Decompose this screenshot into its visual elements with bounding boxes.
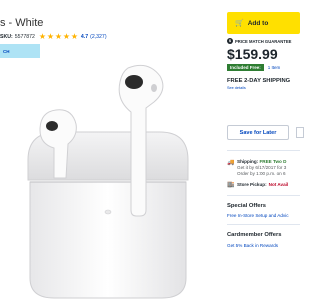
rating-stars[interactable]: ★ ★ ★ ★ ★ (39, 33, 79, 41)
shipping-label: Shipping: (237, 159, 259, 164)
rating-value: 4.7 (80, 34, 89, 40)
divider (227, 150, 300, 151)
add-to-cart-label: Add to (247, 19, 269, 27)
divider (227, 195, 300, 196)
pickup-label: Store Pickup: (237, 182, 267, 187)
reviews-link[interactable]: (2,327) (90, 34, 106, 40)
see-details-link[interactable]: See details (227, 86, 246, 90)
dollar-icon: $ (227, 38, 233, 44)
store-pickup-info: 🏬 Store Pickup: Not Avail (227, 181, 288, 188)
product-image[interactable] (10, 60, 210, 300)
included-free-row: Included Free: 1 Item (227, 64, 280, 71)
save-for-later-button[interactable]: Save for Later (227, 125, 289, 140)
sku-label: SKU: (0, 34, 13, 40)
star-icon: ★ (54, 32, 63, 41)
special-offers-title: Special Offers (227, 203, 266, 209)
product-meta: SKU: 5577872 ★ ★ ★ ★ ★ 4.7 (2,327) (0, 33, 107, 41)
cart-icon: 🛒 (235, 19, 244, 27)
product-badge: CH (0, 44, 40, 58)
product-price: $159.99 (227, 46, 278, 62)
price-match-label: PRICE MATCH GUARANTEE (235, 38, 292, 44)
free-shipping-heading: FREE 2-DAY SHIPPING (227, 78, 291, 84)
divider (227, 224, 300, 225)
shipping-info: 🚚 Shipping: FREE Two D Get it by 6/17/20… (227, 159, 286, 177)
star-icon: ★ (46, 32, 55, 41)
star-icon: ★ (62, 32, 71, 41)
store-icon: 🏬 (227, 181, 235, 188)
free-item-link[interactable]: 1 Item (268, 65, 281, 70)
add-to-cart-button[interactable]: 🛒 Add to (227, 12, 300, 34)
truck-icon: 🚚 (227, 159, 235, 166)
cardmember-offers-title: Cardmember Offers (227, 232, 282, 238)
included-free-label: Included Free: (227, 64, 264, 71)
star-icon: ★ (38, 32, 47, 41)
special-offer-link[interactable]: Free In-Store Setup and Advic (227, 213, 289, 218)
compare-checkbox[interactable] (296, 127, 304, 138)
shipping-value: FREE Two D (259, 159, 287, 164)
cardmember-offer-link[interactable]: Get 5% Back in Rewards (227, 243, 278, 248)
order-by: Order by 1:00 p.m. on 6 (237, 171, 286, 176)
price-match[interactable]: $ PRICE MATCH GUARANTEE (227, 38, 291, 44)
pickup-status: Not Avail (268, 182, 289, 187)
sku-value: 5577872 (14, 34, 35, 40)
star-icon: ★ (70, 32, 79, 41)
product-title: s - White (0, 17, 44, 29)
